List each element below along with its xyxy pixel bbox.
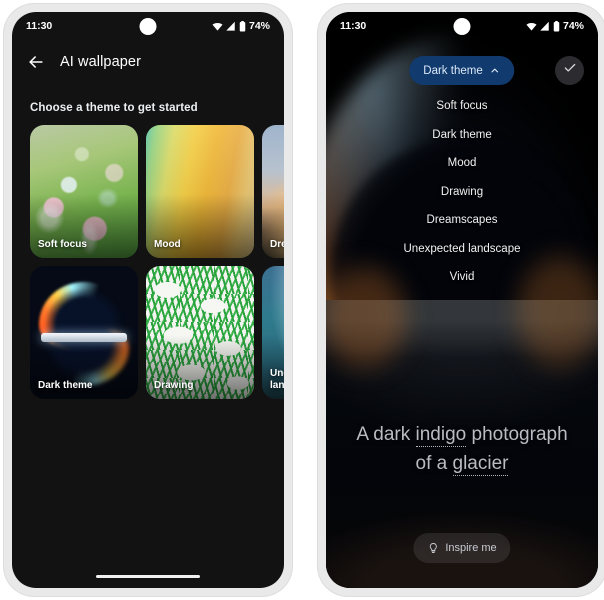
theme-card-label: Dream (270, 239, 284, 250)
section-subtitle: Choose a theme to get started (30, 102, 198, 114)
inspire-me-button[interactable]: Inspire me (413, 533, 511, 563)
theme-card-unexpected-landscape[interactable]: Unexplands (262, 266, 284, 399)
back-arrow-icon[interactable] (26, 52, 46, 72)
theme-card-label: Unexplands (270, 368, 284, 392)
wifi-icon (212, 21, 223, 32)
wallpaper-prompt-text: A dark indigo photograph of a glacier (326, 420, 598, 478)
phone-right-screen: 11:30 74% Dark theme Soft focus Dark the… (326, 12, 598, 588)
theme-card-label: Soft focus (38, 239, 87, 250)
camera-hole-icon (453, 18, 471, 35)
theme-card-dreamscapes[interactable]: Dream (262, 125, 284, 258)
screenshot-stage: 11:30 74% AI wallpaper Choose a theme to… (0, 0, 604, 600)
confirm-button[interactable] (555, 56, 584, 85)
battery-percent: 74% (248, 20, 270, 32)
theme-dropdown-menu: Soft focus Dark theme Mood Drawing Dream… (326, 92, 598, 292)
page-title: AI wallpaper (60, 54, 141, 70)
theme-card-label: Mood (154, 239, 181, 250)
prompt-part-1: A dark (356, 424, 416, 445)
signal-icon (226, 21, 236, 32)
dropdown-option-dreamscapes[interactable]: Dreamscapes (427, 206, 498, 235)
theme-selector-label: Dark theme (423, 64, 483, 77)
status-icons-left: 74% (212, 20, 270, 32)
inspire-me-label: Inspire me (445, 542, 497, 554)
dropdown-option-drawing[interactable]: Drawing (441, 178, 483, 207)
status-icons-right: 74% (526, 20, 584, 32)
prompt-keyword-glacier[interactable]: glacier (452, 453, 509, 476)
signal-icon (540, 21, 550, 32)
theme-selector-chip[interactable]: Dark theme (409, 56, 515, 85)
status-time: 11:30 (26, 20, 53, 32)
phone-left-frame: 11:30 74% AI wallpaper Choose a theme to… (4, 4, 292, 596)
check-icon (563, 61, 577, 80)
theme-card-label: Dark theme (38, 380, 93, 391)
prompt-keyword-indigo[interactable]: indigo (415, 424, 467, 447)
lightbulb-icon (427, 542, 439, 554)
dropdown-option-soft-focus[interactable]: Soft focus (436, 92, 487, 121)
chevron-up-icon (490, 65, 501, 76)
gesture-home-bar[interactable] (96, 574, 200, 578)
label-line-2: lands (270, 380, 284, 391)
battery-percent: 74% (562, 20, 584, 32)
app-top-bar: AI wallpaper (12, 42, 284, 82)
battery-icon (553, 20, 560, 32)
camera-hole-icon (139, 18, 157, 35)
theme-card-label: Drawing (154, 380, 194, 391)
theme-card-dark-theme[interactable]: Dark theme (30, 266, 138, 399)
theme-card-drawing[interactable]: Drawing (146, 266, 254, 399)
dropdown-option-unexpected-landscape[interactable]: Unexpected landscape (404, 235, 521, 264)
theme-card-mood[interactable]: Mood (146, 125, 254, 258)
theme-card-grid: Soft focus Mood Dream D (30, 125, 284, 399)
label-line-1: Unexp (270, 368, 284, 379)
dropdown-option-mood[interactable]: Mood (448, 149, 477, 178)
theme-card-soft-focus[interactable]: Soft focus (30, 125, 138, 258)
phone-right-frame: 11:30 74% Dark theme Soft focus Dark the… (318, 4, 604, 596)
battery-icon (239, 20, 246, 32)
phone-left-screen: 11:30 74% AI wallpaper Choose a theme to… (12, 12, 284, 588)
status-time: 11:30 (340, 20, 367, 32)
dropdown-option-vivid[interactable]: Vivid (450, 263, 475, 292)
wifi-icon (526, 21, 537, 32)
dropdown-option-dark-theme[interactable]: Dark theme (432, 121, 491, 150)
